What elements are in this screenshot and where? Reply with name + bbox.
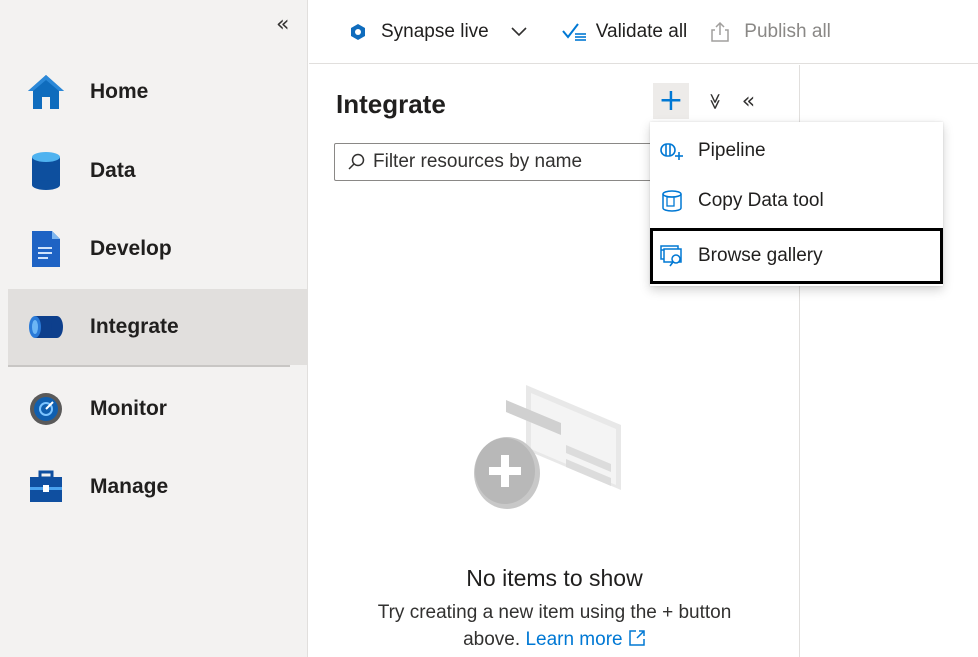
publish-all-button[interactable]: Publish all <box>710 21 831 43</box>
collapse-pane-icon[interactable]: « <box>742 89 755 114</box>
empty-state-illustration <box>471 375 631 520</box>
develop-icon <box>22 229 70 269</box>
external-link-icon[interactable] <box>628 628 646 655</box>
nav-item-data[interactable]: Data <box>8 133 308 209</box>
nav-item-home[interactable]: Home <box>8 54 308 130</box>
left-nav: « Home Data Develop Integrate Monitor Ma… <box>0 0 308 657</box>
menu-label-pipeline: Pipeline <box>698 140 766 161</box>
expand-all-icon[interactable]: ≫ <box>706 93 725 110</box>
data-icon <box>22 151 70 191</box>
empty-state-description: Try creating a new item using the + butt… <box>349 599 760 655</box>
empty-state-title: No items to show <box>466 565 643 591</box>
nav-item-develop[interactable]: Develop <box>8 211 308 287</box>
home-icon <box>22 72 70 112</box>
integrate-icon <box>22 307 70 347</box>
filter-box <box>334 143 654 181</box>
collapse-nav-icon[interactable]: « <box>276 14 289 36</box>
menu-label-copy-data-tool: Copy Data tool <box>698 190 824 211</box>
publish-all-label: Publish all <box>744 20 831 42</box>
menu-item-pipeline[interactable]: Pipeline <box>650 126 943 176</box>
nav-item-manage[interactable]: Manage <box>8 449 308 525</box>
learn-more-link[interactable]: Learn more <box>525 629 622 650</box>
nav-label-integrate: Integrate <box>90 315 179 338</box>
synapse-icon <box>349 23 367 41</box>
gallery-icon <box>658 242 686 270</box>
pane-actions: + ≫ « <box>653 83 755 119</box>
menu-item-copy-data-tool[interactable]: Copy Data tool <box>650 176 943 226</box>
copy-data-icon <box>658 187 686 215</box>
nav-label-data: Data <box>90 159 136 182</box>
learn-more-label: Learn more <box>525 629 623 650</box>
nav-item-monitor[interactable]: Monitor <box>8 371 308 447</box>
validate-all-label: Validate all <box>595 20 688 42</box>
chevron-down-icon[interactable] <box>511 26 527 37</box>
workspace-selector[interactable]: Synapse live <box>349 21 527 43</box>
menu-item-browse-gallery[interactable]: Browse gallery <box>650 228 943 284</box>
monitor-icon <box>22 389 70 429</box>
top-toolbar: Synapse live Validate all Publish all <box>309 0 978 64</box>
workspace-label: Synapse live <box>381 20 489 42</box>
pipeline-icon <box>658 137 686 165</box>
manage-icon <box>22 467 70 507</box>
validate-all-button[interactable]: Validate all <box>561 20 688 43</box>
add-resource-menu: Pipeline Copy Data tool Browse gallery <box>650 122 943 286</box>
search-icon <box>347 153 365 171</box>
menu-label-browse-gallery: Browse gallery <box>698 245 823 266</box>
add-resource-button[interactable]: + <box>653 83 689 119</box>
validate-icon <box>561 22 587 42</box>
nav-label-develop: Develop <box>90 237 172 260</box>
nav-label-manage: Manage <box>90 475 169 498</box>
filter-input[interactable] <box>373 151 633 173</box>
nav-item-integrate[interactable]: Integrate <box>8 289 308 367</box>
page-title: Integrate <box>336 89 446 119</box>
nav-label-home: Home <box>90 80 149 103</box>
publish-icon <box>710 21 730 43</box>
nav-label-monitor: Monitor <box>90 397 167 420</box>
